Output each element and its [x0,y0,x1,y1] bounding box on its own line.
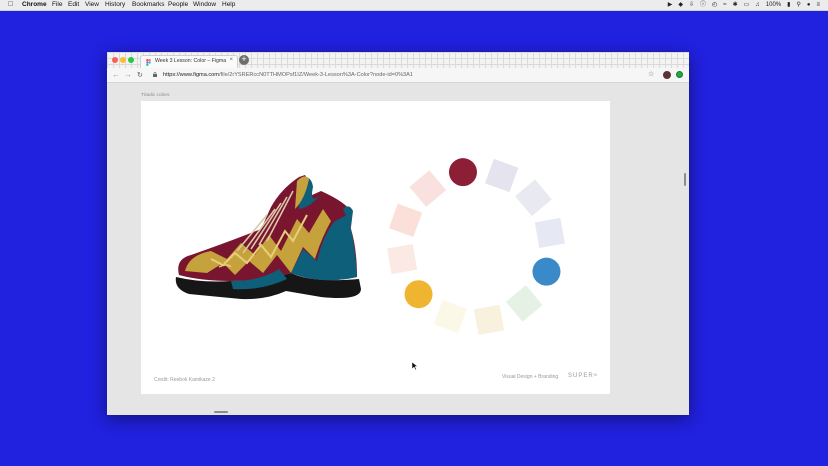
hue-swatch [484,158,519,193]
triad-color-circle [448,158,477,187]
browser-window: Week 3 Lesson: Color – Figma × + ← → ↻ h… [107,52,689,415]
brand-logo: SUPERHI [568,373,597,379]
close-window-button[interactable] [112,57,118,63]
minimize-window-button[interactable] [120,57,126,63]
status-area: ▶ ◆ ⇩ ⓘ ◴ ≈ ✱ ▭ ♫ 100% ▮ ⚲ ● ≡ [668,0,820,10]
image-credit: Credit: Reebok Kamikaze 2 [154,377,215,383]
hue-swatch [388,203,423,238]
menu-bookmarks[interactable]: Bookmarks [132,0,165,10]
menu-file[interactable]: File [52,0,62,10]
horizontal-scrollbar[interactable] [214,411,228,413]
frame-label[interactable]: Triadic colors [141,93,169,98]
tab-close-icon[interactable]: × [229,57,233,63]
menu-list-icon[interactable]: ≡ [816,0,820,10]
menu-bar:  Chrome File Edit View History Bookmark… [0,0,828,11]
info-icon[interactable]: ⓘ [700,0,706,10]
browser-toolbar: ← → ↻ https://www.figma.com/file/2rYSRER… [107,68,689,83]
tab-strip: Week 3 Lesson: Color – Figma × + [107,52,689,68]
url-path: /file/2rYSRERccN0TTHMOPsf1IZ/Week-3-Less… [218,72,414,78]
mouse-cursor-icon [412,362,418,370]
user-avatar-icon[interactable]: ● [807,0,811,10]
hue-swatch [433,299,468,334]
tab-figma[interactable]: Week 3 Lesson: Color – Figma × [140,55,238,68]
vertical-scrollbar[interactable] [684,173,686,186]
search-icon[interactable]: ⚲ [796,0,800,10]
triad-color-circle [404,280,433,309]
battery-percent: 100% [765,2,782,8]
wifi-icon[interactable]: ≈ [723,0,726,10]
menu-history[interactable]: History [105,0,125,10]
menu-people[interactable]: People [168,0,188,10]
menu-edit[interactable]: Edit [68,0,79,10]
hue-swatch [473,304,505,335]
menu-view[interactable]: View [85,0,99,10]
volume-icon[interactable]: ♫ [755,0,760,10]
video-icon[interactable]: ▶ [668,0,673,10]
reload-icon[interactable]: ↻ [137,71,143,79]
artboard-frame[interactable]: Credit: Reebok Kamikaze 2 Visual Design … [141,101,610,394]
hue-swatch [387,243,418,275]
bluetooth-icon[interactable]: ✱ [733,0,738,10]
course-title: Visual Design + Branding [502,374,559,380]
forward-arrow-icon[interactable]: → [124,70,132,79]
airplay-icon[interactable]: ▭ [744,0,750,10]
dropbox-icon[interactable]: ◆ [678,0,683,10]
brand-name: SUPER [568,373,594,379]
triad-color-circle [532,257,561,286]
menu-help[interactable]: Help [222,0,235,10]
extension-green-icon[interactable] [676,71,683,78]
color-wheel [387,158,565,335]
hue-swatch [515,179,552,217]
hue-swatch [409,170,447,207]
url-text: https://www.figma.com/file/2rYSRERccN0TT… [163,71,413,80]
back-arrow-icon[interactable]: ← [112,70,120,79]
url-host: https://www.figma.com [163,72,219,78]
extension-avatar-icon[interactable] [663,71,671,79]
address-bar[interactable]: https://www.figma.com/file/2rYSRERccN0TT… [149,71,649,80]
hue-swatch [505,285,543,322]
hue-swatch [534,217,565,249]
bookmark-star-icon[interactable]: ☆ [648,70,654,78]
brand-superscript: HI [593,373,598,377]
battery-icon[interactable]: ▮ [787,0,790,10]
maximize-window-button[interactable] [128,57,134,63]
menu-window[interactable]: Window [193,0,216,10]
tab-title: Week 3 Lesson: Color – Figma [155,58,227,64]
figma-icon [146,59,151,66]
apple-icon[interactable]:  [8,0,13,10]
new-tab-button[interactable]: + [239,55,249,65]
menu-app-name[interactable]: Chrome [22,0,47,10]
lock-icon [153,72,157,77]
download-icon[interactable]: ⇩ [689,0,694,10]
timer-icon[interactable]: ◴ [712,0,717,10]
figma-canvas[interactable]: Triadic colors Credit: Reebok Kamikaze 2… [107,83,689,415]
sneaker-image [175,175,361,300]
